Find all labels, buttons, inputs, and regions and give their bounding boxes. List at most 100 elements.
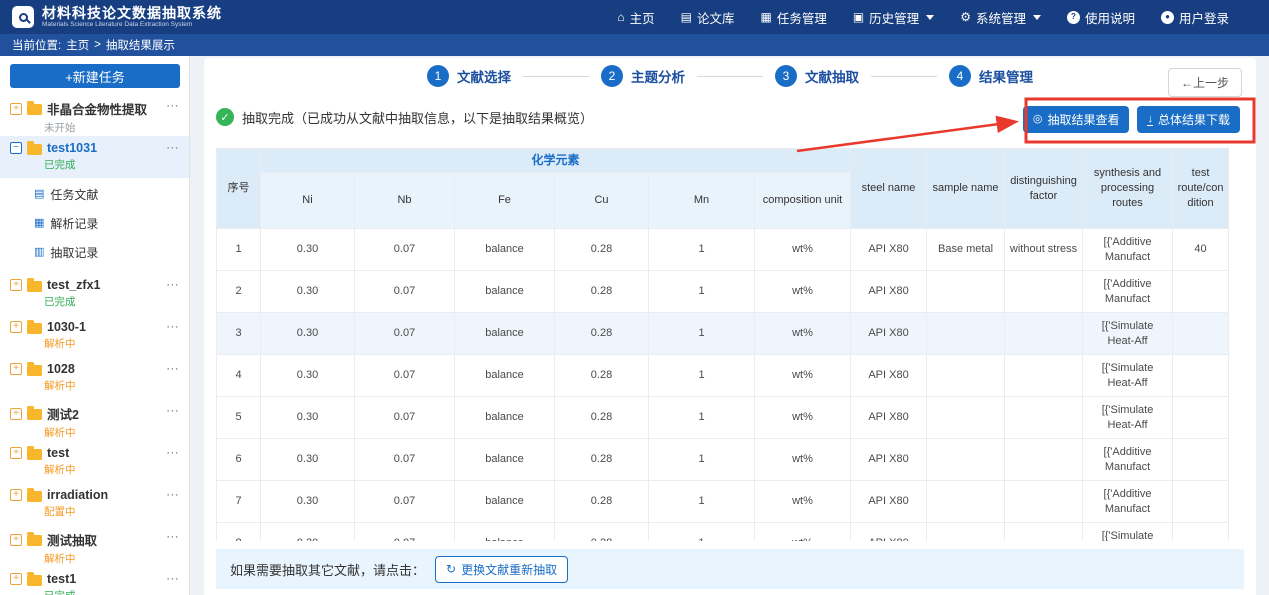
rerun-hint-text: 如果需要抽取其它文献，请点击：: [230, 560, 425, 579]
table-row[interactable]: 80.300.07balance0.281wt%API X80[{'Simula…: [217, 523, 1229, 542]
step-4[interactable]: 4结果管理: [949, 65, 1033, 87]
task-row: +测试抽取: [10, 530, 181, 549]
col-header: test route/condition: [1173, 149, 1229, 229]
sidebar-task-item[interactable]: +1028⋯解析中: [0, 357, 189, 399]
sidebar: +新建任务 +非晶合金物性提取⋯未开始−test1031⋯已完成▤任务文献▦解析…: [0, 56, 190, 595]
new-task-button[interactable]: +新建任务: [10, 64, 180, 88]
sidebar-task-item[interactable]: +test⋯解析中: [0, 441, 189, 483]
view-results-button[interactable]: ◎ 抽取结果查看: [1023, 106, 1130, 133]
step-2[interactable]: 2主题分析: [601, 65, 685, 87]
steps: 1 文献选择 2主题分析 3文献抽取 4结果管理: [204, 58, 1256, 94]
table-cell: [1005, 439, 1083, 481]
folder-icon: [27, 144, 42, 155]
table-row[interactable]: 60.300.07balance0.281wt%API X80[{'Additi…: [217, 439, 1229, 481]
step-label: 主题分析: [631, 66, 685, 86]
table-cell: wt%: [755, 397, 851, 439]
library-icon: ▤: [681, 11, 692, 23]
more-menu-icon[interactable]: ⋯: [166, 571, 180, 587]
table-row[interactable]: 50.300.07balance0.281wt%API X80[{'Simula…: [217, 397, 1229, 439]
col-header: sample name: [927, 149, 1005, 229]
nav-item-instructions[interactable]: ?使用说明: [1067, 8, 1135, 27]
task-status: 解析中: [44, 336, 181, 351]
sidebar-task-item[interactable]: +irradiation⋯配置中: [0, 483, 189, 525]
breadcrumb-home-link[interactable]: 主页: [66, 37, 89, 53]
more-menu-icon[interactable]: ⋯: [166, 361, 180, 377]
more-menu-icon[interactable]: ⋯: [166, 529, 180, 545]
sidebar-task-item[interactable]: +测试2⋯ 解析中: [0, 399, 189, 441]
nav-item-user-login[interactable]: ●用户登录: [1161, 8, 1229, 27]
nav-item-task-management[interactable]: ▦任务管理: [760, 8, 826, 27]
more-menu-icon[interactable]: ⋯: [166, 277, 180, 293]
table-row[interactable]: 40.300.07balance0.281wt%API X80[{'Simula…: [217, 355, 1229, 397]
table-cell: [1173, 271, 1229, 313]
table-cell: balance: [455, 313, 555, 355]
step-1[interactable]: 1 文献选择: [427, 65, 511, 87]
table-cell: 2: [217, 271, 261, 313]
sidebar-subitem[interactable]: ▤任务文献: [0, 180, 189, 209]
download-icon: ↓: [1147, 114, 1153, 126]
expand-icon[interactable]: +: [10, 489, 22, 501]
main-content: 1文献选择2主题分析3文献抽取4结果管理 ←上一步 ✓ 抽取完成（已成功从文献中…: [190, 56, 1269, 595]
step-number: 1: [427, 65, 449, 87]
breadcrumb-separator: >: [94, 39, 101, 51]
expand-icon[interactable]: +: [10, 103, 22, 115]
rerun-extraction-button[interactable]: ↻ 更换文献重新抽取: [435, 556, 568, 583]
more-menu-icon[interactable]: ⋯: [166, 140, 180, 156]
sidebar-task-item[interactable]: +test1⋯已完成: [0, 567, 189, 595]
nav-item-system-management[interactable]: ⚙系统管理: [960, 8, 1041, 27]
collapse-icon[interactable]: −: [10, 142, 22, 154]
sidebar-task-item[interactable]: −test1031⋯已完成: [0, 136, 189, 178]
success-check-icon: ✓: [216, 108, 234, 126]
results-table-container[interactable]: 序号化学元素steel namesample namedistinguishin…: [216, 148, 1244, 541]
more-menu-icon[interactable]: ⋯: [166, 487, 180, 503]
expand-icon[interactable]: +: [10, 447, 22, 459]
parse-records-icon: ▦: [34, 218, 44, 229]
step-3[interactable]: 3文献抽取: [775, 65, 859, 87]
table-cell: [{'Additive Manufact: [1083, 439, 1173, 481]
expand-icon[interactable]: +: [10, 279, 22, 291]
task-status: 解析中: [44, 425, 181, 440]
step-label: 文献选择: [457, 66, 511, 86]
table-cell: wt%: [755, 271, 851, 313]
table-cell: 0.30: [261, 439, 355, 481]
more-menu-icon[interactable]: ⋯: [166, 98, 180, 114]
table-row[interactable]: 20.300.07balance0.281wt%API X80[{'Additi…: [217, 271, 1229, 313]
table-cell: 0.28: [555, 313, 649, 355]
table-cell: [927, 523, 1005, 542]
more-menu-icon[interactable]: ⋯: [166, 319, 180, 335]
expand-icon[interactable]: +: [10, 321, 22, 333]
folder-icon: [27, 104, 42, 115]
expand-icon[interactable]: +: [10, 573, 22, 585]
step-connector: [697, 76, 763, 77]
task-row: +测试2: [10, 404, 181, 423]
table-cell: [1005, 481, 1083, 523]
more-menu-icon[interactable]: ⋯: [166, 445, 180, 461]
col-header-element: Nb: [355, 173, 455, 229]
expand-icon[interactable]: +: [10, 534, 22, 546]
more-menu-icon[interactable]: ⋯: [166, 403, 180, 419]
view-results-label: 抽取结果查看: [1047, 111, 1119, 128]
task-name: irradiation: [47, 488, 108, 502]
expand-icon[interactable]: +: [10, 363, 22, 375]
folder-icon: [27, 365, 42, 376]
table-cell: [{'Additive Manufact: [1083, 481, 1173, 523]
sidebar-task-item[interactable]: +非晶合金物性提取⋯未开始: [0, 94, 189, 136]
nav-item-history-management[interactable]: ▣历史管理: [853, 8, 934, 27]
nav-item-home[interactable]: ⌂主页: [617, 8, 654, 27]
sidebar-subitem[interactable]: ▥抽取记录: [0, 238, 189, 267]
table-row[interactable]: 70.300.07balance0.281wt%API X80[{'Additi…: [217, 481, 1229, 523]
table-row[interactable]: 10.300.07balance0.281wt%API X80Base meta…: [217, 229, 1229, 271]
folder-icon: [27, 491, 42, 502]
table-row[interactable]: 30.300.07balance0.281wt%API X80[{'Simula…: [217, 313, 1229, 355]
sidebar-task-item[interactable]: +1030-1⋯解析中: [0, 315, 189, 357]
table-cell: 0.07: [355, 229, 455, 271]
sidebar-task-item[interactable]: +test_zfx1⋯已完成: [0, 273, 189, 315]
table-cell: API X80: [851, 313, 927, 355]
previous-step-button[interactable]: ←上一步: [1168, 68, 1242, 97]
expand-icon[interactable]: +: [10, 408, 22, 420]
sidebar-task-item[interactable]: +测试抽取⋯解析中: [0, 525, 189, 567]
sidebar-subitem[interactable]: ▦解析记录: [0, 209, 189, 238]
nav-item-paper-library[interactable]: ▤论文库: [681, 8, 735, 27]
download-results-button[interactable]: ↓ 总体结果下载: [1137, 106, 1240, 133]
table-cell: balance: [455, 229, 555, 271]
